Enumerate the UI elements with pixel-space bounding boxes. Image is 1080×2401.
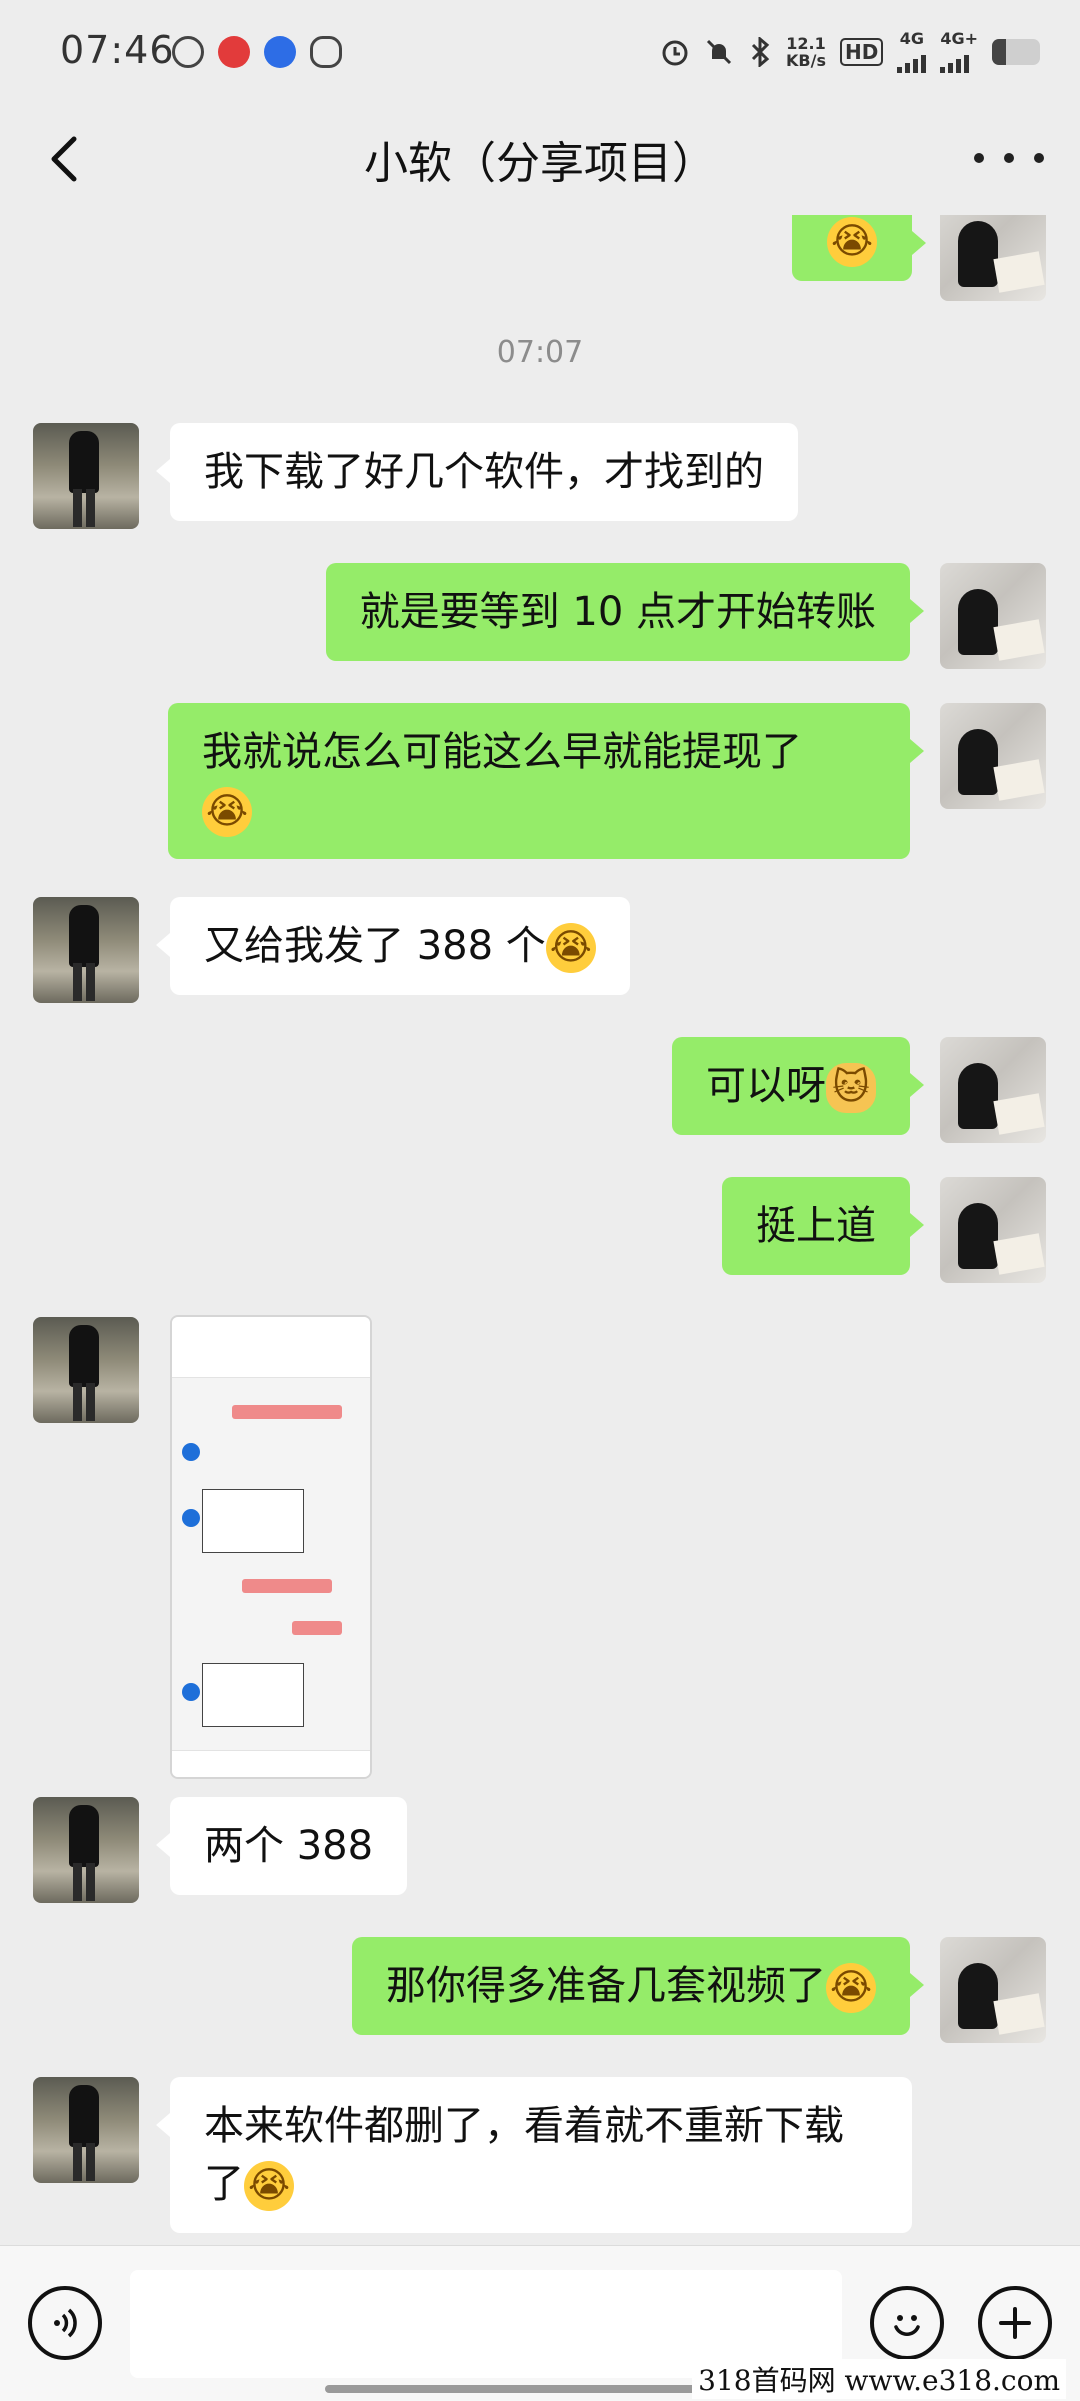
contact-avatar[interactable] bbox=[33, 1797, 139, 1903]
contact-avatar[interactable] bbox=[33, 423, 139, 529]
message-text: 两个 388 bbox=[204, 1823, 374, 1869]
thumb-avatar bbox=[182, 1443, 200, 1461]
net-type-1: 4G bbox=[897, 29, 927, 73]
thumb-header bbox=[172, 1317, 370, 1378]
message-text: 本来软件都删了，看着就不重新下载了 bbox=[204, 2103, 844, 2207]
net-speed-value: 12.1 bbox=[786, 33, 826, 53]
alarm-icon bbox=[662, 40, 688, 65]
more-dots-icon[interactable] bbox=[974, 133, 1044, 183]
message-bubble-right[interactable]: 挺上道 bbox=[722, 1177, 924, 1275]
chat-header: 小软（分享项目） bbox=[0, 105, 1080, 215]
my-avatar[interactable] bbox=[940, 1037, 1046, 1143]
app-notification-icon bbox=[218, 36, 250, 68]
thumb-bubble bbox=[232, 1405, 342, 1419]
message-bubble-right[interactable]: 😭 bbox=[792, 215, 926, 281]
message-bubble-right[interactable]: 就是要等到 10 点才开始转账 bbox=[325, 563, 925, 661]
input-bar: 318首码网 www.e318.com bbox=[0, 2245, 1080, 2401]
home-indicator[interactable] bbox=[325, 2385, 755, 2393]
net-type-2-label: 4G+ bbox=[940, 29, 978, 48]
watermark: 318首码网 www.e318.com bbox=[692, 2359, 1066, 2399]
link-notification-icon bbox=[310, 36, 342, 68]
status-time: 07:46 bbox=[60, 28, 175, 72]
message-bubble-right[interactable]: 可以呀 🐱 bbox=[672, 1037, 924, 1135]
browser-notification-icon bbox=[264, 36, 296, 68]
bluetooth-icon bbox=[751, 36, 770, 67]
cat-emoji: 🐱 bbox=[826, 1063, 876, 1113]
laugh-cry-emoji: 😭 bbox=[545, 923, 596, 973]
my-avatar[interactable] bbox=[940, 215, 1046, 301]
net-type-1-label: 4G bbox=[899, 29, 924, 48]
thumb-avatar bbox=[182, 1683, 200, 1701]
battery-icon bbox=[992, 38, 1040, 65]
my-avatar[interactable] bbox=[940, 1177, 1046, 1283]
my-avatar[interactable] bbox=[940, 1937, 1046, 2043]
contact-avatar[interactable] bbox=[33, 1317, 139, 1423]
my-avatar[interactable] bbox=[940, 563, 1046, 669]
message-bubble-right[interactable]: 我就说怎么可能这么早就能提现了 😭 bbox=[168, 703, 924, 859]
thumb-card bbox=[202, 1663, 304, 1727]
emoji-icon[interactable] bbox=[870, 2286, 944, 2360]
net-speed: 12.1 KB/s bbox=[786, 35, 826, 69]
contact-avatar[interactable] bbox=[33, 2077, 139, 2183]
laugh-cry-emoji: 😭 bbox=[827, 217, 877, 267]
image-message-thumbnail[interactable] bbox=[170, 1315, 372, 1779]
plus-icon[interactable] bbox=[978, 2286, 1052, 2360]
status-bar: 07:46 12.1 KB/s HD 4G 4G+ bbox=[0, 0, 1080, 105]
message-bubble-right[interactable]: 那你得多准备几套视频了 😭 bbox=[352, 1937, 924, 2035]
system-icons: 12.1 KB/s HD 4G 4G+ bbox=[660, 30, 1040, 73]
message-bubble-left[interactable]: 本来软件都删了，看着就不重新下载了 😭 bbox=[156, 2077, 912, 2233]
voice-icon[interactable] bbox=[28, 2286, 102, 2360]
my-avatar[interactable] bbox=[940, 703, 1046, 809]
message-bubble-left[interactable]: 我下载了好几个软件，才找到的 bbox=[156, 423, 798, 521]
hd-badge: HD bbox=[839, 37, 884, 66]
message-text: 可以呀 bbox=[706, 1063, 826, 1109]
message-text: 就是要等到 10 点才开始转账 bbox=[359, 589, 876, 635]
signal-1-icon bbox=[897, 47, 927, 73]
message-bubble-left[interactable]: 又给我发了 388 个 😭 bbox=[156, 897, 630, 995]
contact-avatar[interactable] bbox=[33, 897, 139, 1003]
net-type-2: 4G+ bbox=[940, 30, 978, 73]
mute-icon bbox=[706, 39, 732, 64]
laugh-cry-emoji: 😭 bbox=[202, 787, 252, 837]
message-text: 又给我发了 388 个 bbox=[204, 923, 546, 969]
thumb-avatar bbox=[182, 1509, 200, 1527]
thumb-bubble bbox=[242, 1579, 332, 1593]
laugh-cry-emoji: 😭 bbox=[244, 2161, 294, 2211]
laugh-cry-emoji: 😭 bbox=[826, 1963, 876, 2013]
thumb-bubble bbox=[292, 1621, 342, 1635]
message-text: 那你得多准备几套视频了 bbox=[386, 1963, 826, 2009]
music-notification-icon bbox=[172, 36, 204, 68]
net-speed-unit: KB/s bbox=[786, 50, 826, 70]
thumb-input-bar bbox=[172, 1750, 370, 1777]
message-text: 我下载了好几个软件，才找到的 bbox=[204, 449, 764, 495]
message-timestamp: 07:07 bbox=[496, 335, 584, 370]
page-title: 小软（分享项目） bbox=[364, 138, 716, 189]
message-list[interactable]: 😭 07:07 我下载了好几个软件，才找到的 就是要等到 10 点才开始转账 我… bbox=[0, 215, 1080, 2245]
message-text: 挺上道 bbox=[756, 1203, 876, 1249]
message-bubble-left[interactable]: 两个 388 bbox=[155, 1797, 408, 1895]
message-text: 我就说怎么可能这么早就能提现了 bbox=[202, 729, 802, 775]
signal-2-icon bbox=[940, 47, 978, 73]
notification-icons bbox=[172, 36, 342, 68]
thumb-card bbox=[202, 1489, 304, 1553]
